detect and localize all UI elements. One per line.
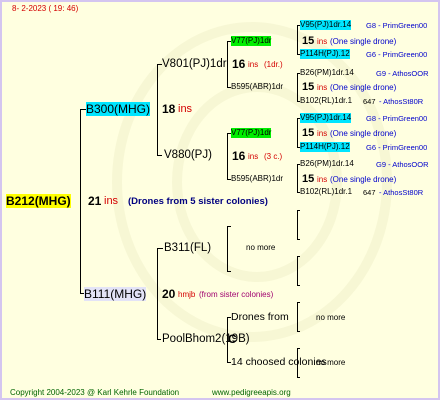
v77-b-note: ins <box>317 129 328 138</box>
queen-p114-b[interactable]: P114H(PJ).12 <box>300 142 350 152</box>
v801-generation: 16 <box>232 57 246 71</box>
queen-v880[interactable]: V880(PJ) <box>164 149 212 162</box>
footer-site-link[interactable]: www.pedigreeapis.org <box>212 388 291 398</box>
connector <box>227 133 228 179</box>
connector <box>227 226 228 271</box>
connector <box>297 331 300 332</box>
connector <box>297 73 298 101</box>
queen-b102-b[interactable]: B102(RL)1dr.1 <box>300 187 352 197</box>
root-note: ins <box>104 195 119 207</box>
drones-from[interactable]: Drones from <box>231 311 289 324</box>
root-queen[interactable]: B212(MHG) <box>6 194 71 208</box>
connector <box>297 285 300 286</box>
connector <box>297 348 300 349</box>
connector <box>227 41 228 87</box>
queen-b102-a[interactable]: B102(RL)1dr.1 <box>300 96 352 106</box>
v95-a-tag: G8 - PrimGreen00 <box>366 21 428 30</box>
pedigree-chart: 8- 2-2023 ( 19: 46) B212(MHG) 21 ins (Dr… <box>0 0 440 400</box>
connector <box>157 64 158 156</box>
queen-v95-b[interactable]: V95(PJ)1dr.14 <box>300 113 352 123</box>
b595-a-extra: (One single drone) <box>330 83 397 92</box>
b111-note: hmjb <box>178 290 196 299</box>
connector <box>157 339 161 340</box>
b102-b-mid: 647 <box>363 188 376 197</box>
connector <box>297 302 300 303</box>
queen-v95-a[interactable]: V95(PJ)1dr.14 <box>300 20 352 30</box>
connector <box>297 210 300 211</box>
p114-a-tag: G6 - PrimGreen00 <box>366 50 428 59</box>
v77-a-generation: 15 <box>302 35 315 47</box>
connector <box>297 118 298 147</box>
connector <box>297 239 300 240</box>
queen-b26-b[interactable]: B26(PM)1dr.14 <box>300 159 354 169</box>
v880-generation: 16 <box>232 149 246 163</box>
b26-a-tag: G9 - AthosOOR <box>376 69 429 78</box>
connector <box>297 210 298 239</box>
queen-b111[interactable]: B111(MHG) <box>84 287 147 301</box>
b111-extra: (from sister colonies) <box>199 290 274 299</box>
v801-note: ins <box>248 60 259 69</box>
b595-b-note: ins <box>317 175 328 184</box>
b102-a-tag: - AthosSt80R <box>379 97 424 106</box>
v95-b-tag: G8 - PrimGreen00 <box>366 114 428 123</box>
connector <box>80 109 81 294</box>
pool-overlay-letter: C <box>228 332 237 346</box>
footer-copyright: Copyright 2004-2023 @ Karl Kehrle Founda… <box>10 388 180 397</box>
root-drone-desc: (Drones from 5 sister colonies) <box>128 196 268 207</box>
connector <box>297 377 300 378</box>
queen-v801[interactable]: V801(PJ)1dr <box>162 58 227 71</box>
v77-b-generation: 15 <box>302 127 315 139</box>
b300-note: ins <box>178 103 193 115</box>
b26-b-tag: G9 - AthosOOR <box>376 160 429 169</box>
v77-a-note: ins <box>317 37 328 46</box>
connector <box>157 248 158 339</box>
queen-b595-a[interactable]: B595(ABR)1dr <box>231 82 283 92</box>
drone-v77-a[interactable]: V77(PJ)1dr <box>231 36 272 46</box>
date-stamp: 8- 2-2023 ( 19: 46) <box>12 4 79 13</box>
b595-b-generation: 15 <box>302 173 315 185</box>
b102-b-tag: - AthosSt80R <box>379 188 424 197</box>
connector <box>297 256 298 285</box>
v77-a-extra: (One single drone) <box>330 37 397 46</box>
connector <box>297 164 298 192</box>
b300-generation: 18 <box>162 102 176 116</box>
queen-b26-a[interactable]: B26(PM)1dr.14 <box>300 68 354 78</box>
b595-a-generation: 15 <box>302 81 315 93</box>
queen-p114-a[interactable]: P114H(PJ).12 <box>300 49 350 59</box>
b102-a-mid: 647 <box>363 97 376 106</box>
connector <box>227 271 231 272</box>
b311-no-more: no more <box>246 243 276 252</box>
connector <box>297 302 298 331</box>
drones-from-no-more: no more <box>316 313 346 322</box>
queen-b300[interactable]: B300(MHG) <box>86 102 151 116</box>
connector <box>297 256 300 257</box>
b111-generation: 20 <box>162 287 176 301</box>
p114-b-tag: G6 - PrimGreen00 <box>366 143 428 152</box>
connector <box>297 25 298 54</box>
queen-b311[interactable]: B311(FL) <box>164 242 211 255</box>
choosed-colonies-no-more: no more <box>316 358 346 367</box>
drone-v77-b[interactable]: V77(PJ)1dr <box>231 128 272 138</box>
connector <box>227 226 231 227</box>
connector <box>157 155 162 156</box>
queen-b595-b[interactable]: B595(ABR)1dr <box>231 174 283 184</box>
connector <box>157 248 163 249</box>
v77-b-extra: (One single drone) <box>330 129 397 138</box>
v880-note: ins <box>248 152 259 161</box>
root-generation: 21 <box>88 194 102 208</box>
v801-extra: (1dr.) <box>264 60 283 69</box>
b595-a-note: ins <box>317 83 328 92</box>
v880-extra: (3 c.) <box>264 152 283 161</box>
choosed-colonies[interactable]: 14 choosed colonies <box>231 356 327 369</box>
b595-b-extra: (One single drone) <box>330 175 397 184</box>
